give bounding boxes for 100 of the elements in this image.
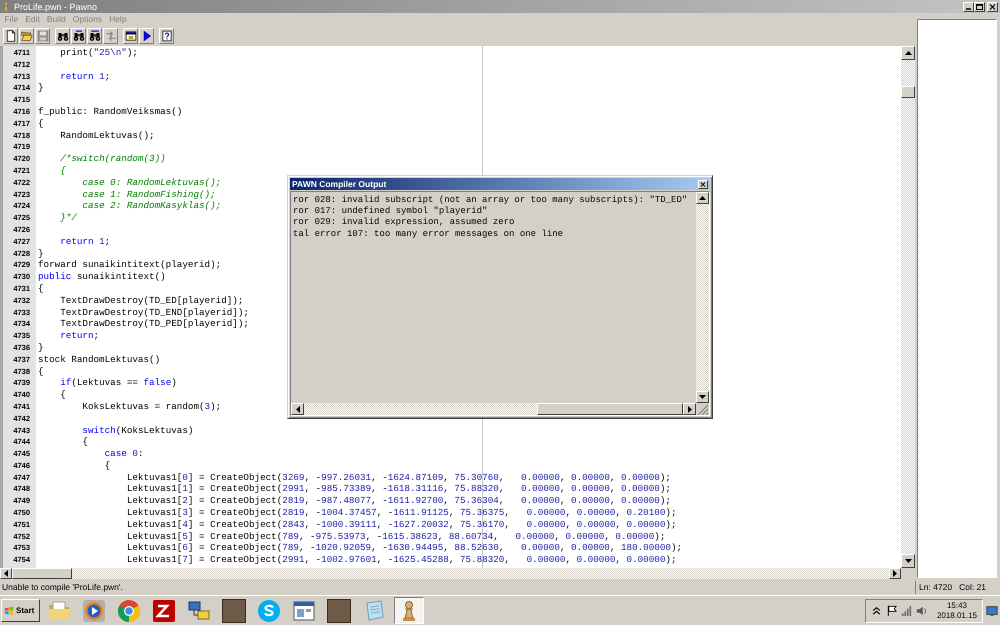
scroll-up-button[interactable] <box>696 192 709 204</box>
code-line: switch(KoksLektuvas) <box>82 424 194 436</box>
code-line: return 1; <box>60 70 110 82</box>
scroll-left-button[interactable] <box>0 568 12 579</box>
code-line: { <box>82 436 88 448</box>
code-line: forward sunaikintitext(playerid); <box>38 259 222 270</box>
chevron-up-icon[interactable] <box>870 605 882 616</box>
close-icon <box>700 182 706 186</box>
code-line: }*/ <box>60 212 77 224</box>
code-line: case 0: RandomLektuvas(); <box>82 176 222 188</box>
binoculars-icon <box>88 30 100 42</box>
close-icon <box>989 4 996 10</box>
code-line: { <box>38 282 44 294</box>
code-line: TextDrawDestroy(TD_END[playerid]); <box>60 306 249 318</box>
vertical-scrollbar[interactable] <box>901 46 915 568</box>
toolbar-button[interactable] <box>139 28 154 44</box>
scroll-left-button[interactable] <box>291 403 304 415</box>
code-line: Lektuvas1[2] = CreateObject(2819, -987.48077, -1611.92700, 75.36304, 0.00000, 0.00000, 0.00000); <box>126 495 671 506</box>
computers-icon[interactable] <box>187 598 211 622</box>
output-message[interactable]: ror 028: invalid subscript (not an array or too many subscripts): "TD_ED" <box>293 195 688 206</box>
code-line: return 1; <box>60 236 110 247</box>
code-line: RandomLektuvas(); <box>60 130 155 141</box>
code-line: { <box>38 366 44 377</box>
binoculars-icon <box>72 30 84 42</box>
window-title: ProLife.pwn - Pawno <box>14 0 98 12</box>
photo-placeholder[interactable] <box>327 598 351 622</box>
triangle-right-icon <box>688 406 692 412</box>
scroll-down-button[interactable] <box>696 391 709 403</box>
toolbar-button[interactable] <box>159 28 174 44</box>
clock-date: 2018.01.15 <box>936 610 977 620</box>
photo-placeholder[interactable] <box>222 598 246 622</box>
desktop-icon[interactable] <box>986 604 998 616</box>
signal-bars-icon[interactable] <box>900 605 912 616</box>
folder-icon <box>20 30 32 42</box>
window-title: PAWN Compiler Output <box>292 178 386 190</box>
triangle-right-icon <box>893 570 897 577</box>
scroll-down-button[interactable] <box>901 554 915 568</box>
code-line: Lektuvas1[3] = CreateObject(2819, -1004.37457, -1611.91125, 75.36375, 0.00000, 0.00000, 0.20100); <box>126 507 676 518</box>
window-icon <box>124 30 136 42</box>
code-line: { <box>38 118 44 129</box>
code-line: } <box>38 248 44 259</box>
code-line: Lektuvas1[1] = CreateObject(2991, -985.73389, -1618.31116, 75.88320, 0.00000, 0.00000, 0.00000); <box>126 483 671 494</box>
code-line: } <box>38 82 44 94</box>
window-icon[interactable] <box>292 598 316 622</box>
scrollbar-thumb[interactable] <box>537 403 683 415</box>
start-button[interactable]: Start <box>1 599 40 622</box>
triangle-up-icon <box>904 51 912 55</box>
size-grip-icon[interactable] <box>696 403 709 415</box>
close-button[interactable] <box>698 180 708 188</box>
zigzag-tile-icon[interactable] <box>152 598 176 622</box>
clock-time: 15:43 <box>946 600 967 610</box>
help-icon <box>160 30 172 42</box>
close-button[interactable] <box>987 2 998 12</box>
flag-icon[interactable] <box>886 605 897 616</box>
code-line: public sunaikintitext() <box>38 271 166 282</box>
triangle-up-icon <box>699 196 706 200</box>
code-line: } <box>38 342 44 353</box>
code-line: f_public: RandomVeiksmas() <box>38 106 182 117</box>
code-line: print("25\n"); <box>60 47 138 58</box>
segmented-circle-icon[interactable] <box>117 598 141 622</box>
toolbar-button[interactable] <box>55 28 70 44</box>
toolbar-button[interactable] <box>87 28 102 44</box>
code-line: if(Lektuvas == false) <box>60 377 177 388</box>
code-line: case 1: RandomFishing(); <box>82 188 216 200</box>
code-line: { <box>60 164 66 176</box>
cursor-column: Col: 21 <box>959 580 986 594</box>
output-message[interactable]: ror 017: undefined symbol "playerid" <box>293 206 488 218</box>
code-line: KoksLektuvas = random(3); <box>82 400 222 412</box>
scroll-right-button[interactable] <box>683 403 696 415</box>
scroll-right-button[interactable] <box>889 568 901 579</box>
play-circle-icon[interactable] <box>82 598 106 622</box>
code-line: TextDrawDestroy(TD_ED[playerid]); <box>60 294 244 306</box>
code-line: { <box>104 460 110 471</box>
scrollbar-thumb[interactable] <box>12 568 72 579</box>
toolbar-button[interactable] <box>19 28 34 44</box>
horizontal-scrollbar[interactable] <box>291 403 696 415</box>
triangle-down-icon <box>699 395 706 399</box>
toolbar-button[interactable] <box>123 28 138 44</box>
code-line: Lektuvas1[7] = CreateObject(2991, -1002.97601, -1625.45288, 75.88320, 0.00000, 0.00000, 0.00000); <box>126 554 676 566</box>
code-line: return; <box>60 330 100 342</box>
triangle-down-icon <box>904 559 912 563</box>
vertical-scrollbar[interactable] <box>696 192 709 403</box>
pawn-icon <box>1 1 11 12</box>
flag-logo-icon <box>4 606 14 616</box>
minimize-button[interactable] <box>963 2 974 12</box>
toolbar-button[interactable] <box>71 28 86 44</box>
code-line: /*switch(random(3)) <box>60 153 166 164</box>
speaker-icon[interactable] <box>916 605 927 616</box>
scrollbar-thumb[interactable] <box>901 86 915 98</box>
code-line: { <box>60 389 66 400</box>
scroll-up-button[interactable] <box>901 46 915 60</box>
status-message: Unable to compile 'ProLife.pwn'. <box>1 580 123 594</box>
code-line: case 0: <box>104 448 144 460</box>
output-message[interactable]: ror 029: invalid expression, assumed zero <box>293 217 514 229</box>
output-message[interactable]: tal error 107: too many error messages on one line <box>293 228 564 240</box>
maximize-button[interactable] <box>974 2 985 12</box>
binoculars-icon <box>56 30 68 42</box>
toolbar-button[interactable] <box>3 28 18 44</box>
horizontal-scrollbar[interactable] <box>0 568 901 579</box>
code-line: TextDrawDestroy(TD_PED[playerid]); <box>60 318 249 330</box>
